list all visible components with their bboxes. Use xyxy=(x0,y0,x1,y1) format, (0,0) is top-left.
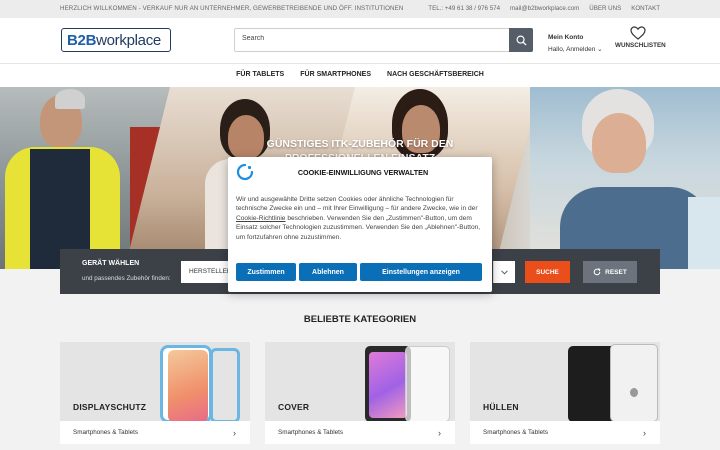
category-card-displayschutz[interactable]: DISPLAYSCHUTZ Smartphones & Tablets › xyxy=(60,342,250,444)
category-sub: Smartphones & Tablets xyxy=(278,429,343,436)
category-card-cover[interactable]: COVER Smartphones & Tablets › xyxy=(265,342,455,444)
category-name: COVER xyxy=(278,402,310,412)
contact-link[interactable]: KONTAKT xyxy=(631,5,660,12)
top-links: TEL.: +49 61 38 / 976 574 mail@b2bworkpl… xyxy=(428,5,660,12)
hero-image-headset xyxy=(530,87,720,269)
search-input[interactable] xyxy=(242,35,502,42)
cookie-text: Wir und ausgewählte Dritte setzen Cookie… xyxy=(236,196,481,241)
nav-smartphones[interactable]: FÜR SMARTPHONES xyxy=(300,71,371,87)
chevron-right-icon: › xyxy=(438,428,441,438)
heart-icon xyxy=(630,26,646,40)
category-sub: Smartphones & Tablets xyxy=(483,429,548,436)
account-title: Mein Konto xyxy=(548,34,584,41)
category-name: DISPLAYSCHUTZ xyxy=(73,402,147,412)
reject-button[interactable]: Ablehnen xyxy=(299,263,357,281)
finder-sublabel: und passendes Zubehör finden: xyxy=(82,275,171,282)
account-login: Hallo, Anmelden ⌄ xyxy=(548,46,603,53)
category-name: HÜLLEN xyxy=(483,402,519,412)
cookie-consent-icon xyxy=(236,163,254,181)
logo-b2b: B2B xyxy=(67,31,97,49)
manufacturer-select[interactable]: HERSTELLER xyxy=(181,261,232,283)
wishlist-label: WUNSCHLISTEN xyxy=(615,42,666,49)
email-link[interactable]: mail@b2bworkplace.com xyxy=(510,5,579,12)
search-icon xyxy=(516,35,527,46)
top-bar: HERZLICH WILLKOMMEN - VERKAUF NUR AN UNT… xyxy=(0,0,720,18)
wishlist-link[interactable]: WUNSCHLISTEN xyxy=(615,26,666,49)
reset-button[interactable]: RESET xyxy=(583,261,637,283)
reset-icon xyxy=(593,268,601,276)
show-settings-button[interactable]: Einstellungen anzeigen xyxy=(360,263,482,281)
nav-business-area[interactable]: NACH GESCHÄFTSBEREICH xyxy=(387,71,484,87)
search-button[interactable] xyxy=(509,28,533,52)
search-device-button[interactable]: SUCHE xyxy=(525,261,570,283)
chevron-down-icon xyxy=(501,269,508,275)
chevron-right-icon: › xyxy=(643,428,646,438)
category-card-huellen[interactable]: HÜLLEN Smartphones & Tablets › xyxy=(470,342,660,444)
account-menu[interactable]: Mein Konto Hallo, Anmelden ⌄ xyxy=(548,34,603,53)
logo[interactable]: B2B workplace xyxy=(61,28,171,52)
header: B2Bworkplace Mein Konto Hallo, Anmelden … xyxy=(0,18,720,64)
reset-label: RESET xyxy=(605,268,627,276)
welcome-text: HERZLICH WILLKOMMEN - VERKAUF NUR AN UNT… xyxy=(60,5,404,12)
category-sub: Smartphones & Tablets xyxy=(73,429,138,436)
main-nav: FÜR TABLETS FÜR SMARTPHONES NACH GESCHÄF… xyxy=(0,64,720,87)
search-box xyxy=(234,28,533,52)
nav-tablets[interactable]: FÜR TABLETS xyxy=(236,71,284,87)
cookie-consent-dialog: COOKIE-EINWILLIGUNG VERWALTEN Wir und au… xyxy=(228,157,492,292)
section-title: BELIEBTE KATEGORIEN xyxy=(303,314,417,325)
logo-workplace: workplace xyxy=(96,31,161,49)
cookie-title: COOKIE-EINWILLIGUNG VERWALTEN xyxy=(297,168,429,177)
model-select-dropdown[interactable] xyxy=(493,261,515,283)
accept-button[interactable]: Zustimmen xyxy=(236,263,296,281)
finder-label: GERÄT WÄHLEN xyxy=(82,260,140,267)
cookie-policy-link[interactable]: Cookie-Richtlinie xyxy=(236,215,285,222)
chevron-right-icon: › xyxy=(233,428,236,438)
phone-link[interactable]: TEL.: +49 61 38 / 976 574 xyxy=(428,5,500,12)
about-link[interactable]: ÜBER UNS xyxy=(589,5,621,12)
chevron-down-icon: ⌄ xyxy=(597,46,603,53)
